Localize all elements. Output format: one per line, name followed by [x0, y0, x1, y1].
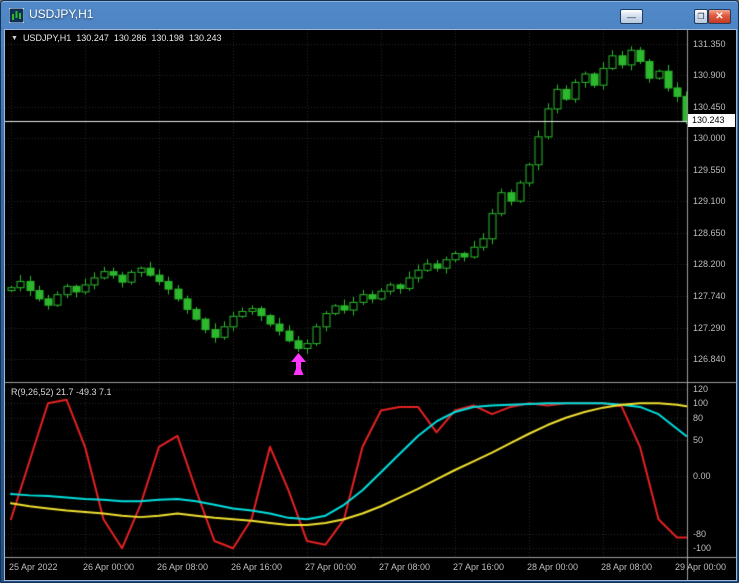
ohlc-close: 130.243	[188, 33, 222, 43]
time-axis-label: 28 Apr 00:00	[527, 562, 579, 572]
minimize-button[interactable]: —	[620, 9, 643, 24]
price-axis-label: 127.290	[693, 323, 726, 333]
time-axis-label: 28 Apr 08:00	[601, 562, 653, 572]
price-axis[interactable]: 131.350 130.900 130.450 130.000 129.550 129.1…	[688, 30, 736, 557]
time-axis-label: 26 Apr 00:00	[83, 562, 135, 572]
price-axis-label: 130.450	[693, 102, 726, 112]
price-axis-label: 130.000	[693, 133, 726, 143]
indicator-axis-label: 120	[693, 384, 709, 394]
chart-icon	[8, 7, 25, 24]
price-axis-label: 128.200	[693, 259, 726, 269]
chart-window: USDJPY,H1 — ❐ ✕ ▼ USDJPY,H1 130.247 130.…	[0, 0, 739, 583]
price-axis-label: 126.840	[693, 354, 726, 364]
maximize-button[interactable]: ❐	[694, 9, 708, 24]
indicator-axis-label: 100	[693, 398, 709, 408]
time-axis-label: 29 Apr 00:00	[675, 562, 727, 572]
buy-arrow-marker[interactable]	[290, 353, 307, 376]
time-axis-label: 25 Apr 2022	[9, 562, 58, 572]
ohlc-high: 130.286	[113, 33, 147, 43]
time-axis-label: 27 Apr 16:00	[453, 562, 505, 572]
indicator-axis-label: 80	[693, 413, 704, 423]
price-axis-label: 129.100	[693, 196, 726, 206]
price-axis-label: 131.350	[693, 39, 726, 49]
window-title: USDJPY,H1	[29, 7, 94, 21]
chart-canvas[interactable]	[5, 30, 736, 580]
indicator-label: R(9,26,52) 21.7 -49.3 7.1	[11, 387, 112, 397]
ohlc-low: 130.198	[151, 33, 184, 43]
close-button[interactable]: ✕	[708, 9, 731, 24]
time-axis[interactable]: 25 Apr 2022 26 Apr 00:00 26 Apr 08:00 26 Ap…	[5, 557, 736, 580]
up-arrow-icon	[291, 353, 306, 375]
price-axis-label: 127.740	[693, 291, 726, 301]
price-axis-label: 129.550	[693, 165, 726, 175]
indicator-axis-label: 0.00	[693, 471, 711, 481]
time-axis-label: 27 Apr 08:00	[379, 562, 431, 572]
chevron-down-icon[interactable]: ▼	[11, 35, 18, 42]
chart-client-area[interactable]: ▼ USDJPY,H1 130.247 130.286 130.198 130.…	[4, 29, 737, 581]
indicator-axis-label: 50	[693, 435, 704, 445]
chart-header: ▼ USDJPY,H1 130.247 130.286 130.198 130.…	[11, 33, 221, 43]
time-axis-label: 27 Apr 00:00	[305, 562, 357, 572]
price-axis-label: 128.650	[693, 228, 726, 238]
time-axis-label: 26 Apr 16:00	[231, 562, 283, 572]
ohlc-open: 130.247	[76, 33, 109, 43]
indicator-axis-label: -80	[693, 529, 707, 539]
indicator-axis-label: -100	[693, 543, 712, 553]
title-bar[interactable]: USDJPY,H1 — ❐ ✕	[1, 1, 738, 29]
time-axis-label: 26 Apr 08:00	[157, 562, 209, 572]
chart-symbol-period: USDJPY,H1	[22, 33, 72, 43]
price-axis-label: 130.900	[693, 70, 726, 80]
current-price-tag: 130.243	[688, 114, 735, 127]
